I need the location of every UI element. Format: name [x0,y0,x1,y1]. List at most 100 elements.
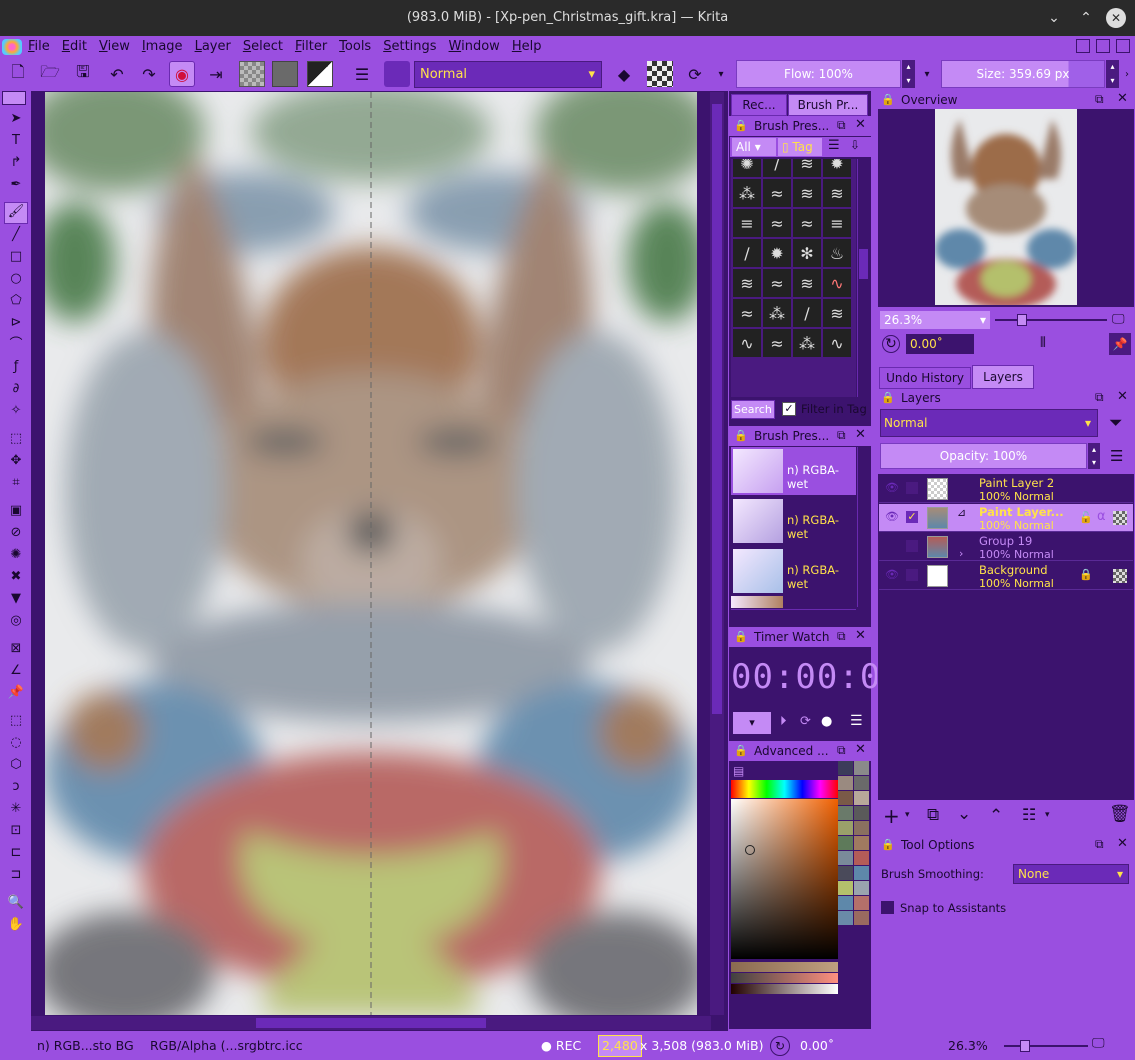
size-slider[interactable]: Size: 359.69 px [941,60,1105,88]
shade-slider-2[interactable] [731,973,838,983]
lock-layer-icon[interactable]: 🔒 [1079,568,1093,581]
brush-preset-tile[interactable]: ∿ [733,329,761,357]
freehand-brush-icon[interactable]: 🖌 [4,202,28,224]
polyline-tool-icon[interactable]: ⊳ [6,314,26,332]
tab-undo-history[interactable]: Undo History [879,367,971,389]
overflow-icon[interactable]: › [1120,61,1134,87]
ellipse-tool-icon[interactable]: ○ [6,270,26,288]
gradient-icon[interactable] [272,61,298,87]
float-icon[interactable]: ⧉ [1095,837,1104,852]
eye-icon[interactable]: 👁 [885,568,899,581]
color-swatch[interactable] [838,821,853,835]
close-icon[interactable]: ✕ [855,427,866,442]
timer-menu-button[interactable]: ▾ [733,712,771,734]
eye-icon[interactable]: 👁 [885,481,899,494]
float-icon[interactable]: ⧉ [837,743,846,758]
brush-preset-grid[interactable]: ✺ ∕ ≋ ✹ ⁂ ≈ ≋ ≋ ≡ ≈ ≈ ≡ ∕ ✹ ✻ ♨ ≋ ≈ ≋ ∿ ≈ ⁂ ∕ ≋ ∿ ≈ ⁂ ∿ [731,159,856,397]
layer-checkbox[interactable] [906,569,918,581]
mirror-icon[interactable]: ⫴ [1040,335,1046,351]
tag-filter-select[interactable]: All ▾ [732,138,776,156]
color-swatch[interactable] [838,866,853,880]
lock-icon[interactable]: 🔒 [881,391,895,404]
menu-image[interactable]: Image [136,36,189,57]
preset-scroll-thumb[interactable] [859,249,868,279]
brush-preset-tile[interactable]: ≈ [733,299,761,327]
dropdown-arrow-icon[interactable]: ▾ [918,61,936,87]
freehand-path-icon[interactable]: ƒ [6,358,26,376]
zoom-slider[interactable] [995,314,1107,326]
filter-icon[interactable]: ⏷ [1109,413,1123,433]
polygon-select-icon[interactable]: ⬡ [6,756,26,774]
calligraphy-icon[interactable]: ✒ [6,176,26,194]
move-up-icon[interactable]: ⌃ [989,806,1003,826]
pin-icon[interactable]: 📌 [1109,333,1131,355]
brush-smoothing-select[interactable]: None ▾ [1013,864,1129,884]
brush-preset-tile[interactable]: ≈ [763,269,791,297]
chevron-up-icon[interactable]: ⌃ [1076,8,1096,28]
smart-patch-icon[interactable]: ✖ [6,568,26,586]
delete-layer-icon[interactable]: 🗑 [1109,804,1131,824]
chevron-down-icon[interactable]: ⌄ [1044,8,1064,28]
restore-icon[interactable] [1076,39,1090,53]
zoom-slider-handle[interactable] [1017,314,1027,326]
menu-view[interactable]: View [93,36,136,57]
brush-preset-tile[interactable]: ⁂ [793,329,821,357]
shade-slider-3[interactable] [731,984,838,994]
eraser-icon[interactable]: ◆ [611,61,637,87]
filter-in-tag-checkbox[interactable]: ✓ [782,402,796,416]
float-icon[interactable]: ⧉ [1095,92,1104,107]
menu-help[interactable]: Help [506,36,548,57]
color-swatch[interactable] [838,761,853,775]
saturation-value-picker[interactable] [731,799,838,959]
flow-slider[interactable]: Flow: 100% [736,60,901,88]
color-history-swatches[interactable] [838,761,869,936]
color-swatch[interactable] [838,776,853,790]
brush-preset-tile[interactable]: ⁂ [733,179,761,207]
color-swatch[interactable] [854,776,869,790]
menu-file[interactable]: File [22,36,56,57]
color-swatch[interactable] [854,896,869,910]
record-icon[interactable]: ◉ [169,61,195,87]
alpha-icon[interactable]: α [1097,509,1106,524]
reset-icon[interactable]: ⟳ [800,714,811,729]
lock-icon[interactable]: 🔒 [881,93,895,106]
edit-shapes-icon[interactable]: ↱ [6,154,26,172]
color-swatch[interactable] [854,836,869,850]
inherit-alpha-icon[interactable] [1113,569,1127,583]
horizontal-scroll-thumb[interactable] [256,1018,486,1028]
brush-preset-tile[interactable]: ≈ [763,179,791,207]
history-item[interactable]: n) RGBA-wet [731,447,856,495]
menu-settings[interactable]: Settings [377,36,442,57]
dynamic-brush-icon[interactable]: ∂ [6,380,26,398]
reload-preset-icon[interactable]: ⟳ [682,61,708,87]
close-icon[interactable]: ✕ [1117,91,1128,106]
magic-wand-icon[interactable]: ✳ [6,800,26,818]
brush-preset-tile[interactable]: ∕ [763,159,791,177]
new-document-icon[interactable]: 🗋 [5,61,31,87]
history-scrollbar[interactable] [857,447,869,607]
bezier-select-icon[interactable]: ⊏ [6,844,26,862]
text-tool-icon[interactable]: T [6,132,26,150]
vertical-scrollbar[interactable] [710,92,724,1015]
overview-panel[interactable] [878,109,1134,307]
color-swatch[interactable] [854,881,869,895]
brush-preset-tile[interactable]: ♨ [823,239,851,267]
pattern-icon[interactable] [239,61,265,87]
opacity-spin-icon[interactable]: ▴ ▾ [1088,443,1100,469]
color-swatch[interactable] [838,836,853,850]
menu-icon[interactable]: ☰ [1110,447,1123,465]
color-mask-icon[interactable]: ✺ [6,546,26,564]
zoom-tool-icon[interactable]: 🔍 [6,894,26,912]
redo-icon[interactable]: ↷ [136,61,162,87]
brush-preset-tile[interactable]: ≋ [823,299,851,327]
close-icon[interactable]: ✕ [855,117,866,132]
brush-preset-tile[interactable]: ≈ [793,209,821,237]
tab-recorder[interactable]: Rec... [731,94,787,116]
color-swatch[interactable] [854,761,869,775]
brush-preset-tile[interactable]: ⁂ [763,299,791,327]
horizontal-scrollbar[interactable] [31,1016,711,1030]
play-icon[interactable]: ⏵ [780,714,787,729]
brush-preset-tile[interactable]: ✻ [793,239,821,267]
undo-icon[interactable]: ↶ [104,61,130,87]
status-zoom-slider[interactable] [1004,1040,1088,1052]
